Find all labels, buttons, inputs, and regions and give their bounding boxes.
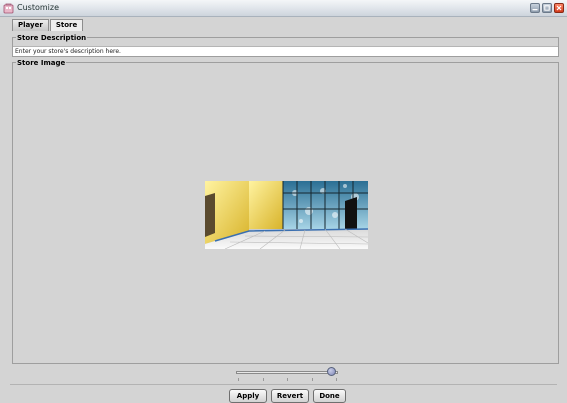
tab-store[interactable]: Store	[49, 19, 84, 31]
close-button[interactable]	[554, 3, 564, 13]
maximize-button[interactable]	[542, 3, 552, 13]
bottom-separator	[10, 384, 557, 385]
tab-player[interactable]: Player	[12, 19, 49, 31]
tab-strip: Player Store	[12, 19, 84, 31]
close-icon	[556, 5, 562, 11]
minimize-button[interactable]	[530, 3, 540, 13]
slider-tick	[238, 378, 239, 381]
title-bar: Customize	[0, 0, 567, 17]
window-title: Customize	[17, 3, 59, 12]
store-image-legend: Store Image	[16, 59, 67, 67]
slider-tick	[336, 378, 337, 381]
apply-button[interactable]: Apply	[229, 389, 267, 403]
minimize-icon	[532, 9, 538, 11]
image-scale-slider[interactable]	[236, 371, 338, 374]
done-button[interactable]: Done	[313, 389, 346, 403]
slider-tick	[311, 378, 313, 381]
store-image-preview	[205, 181, 368, 249]
store-description-legend: Store Description	[16, 34, 88, 42]
slider-thumb[interactable]	[327, 367, 337, 376]
maximize-icon	[544, 5, 550, 11]
slider-tick	[287, 378, 288, 381]
app-icon	[3, 3, 14, 14]
revert-button[interactable]: Revert	[271, 389, 309, 403]
slider-tick	[262, 378, 264, 381]
window-controls	[530, 3, 564, 13]
store-description-group: Store Description	[12, 34, 559, 57]
store-description-input[interactable]	[13, 46, 558, 56]
